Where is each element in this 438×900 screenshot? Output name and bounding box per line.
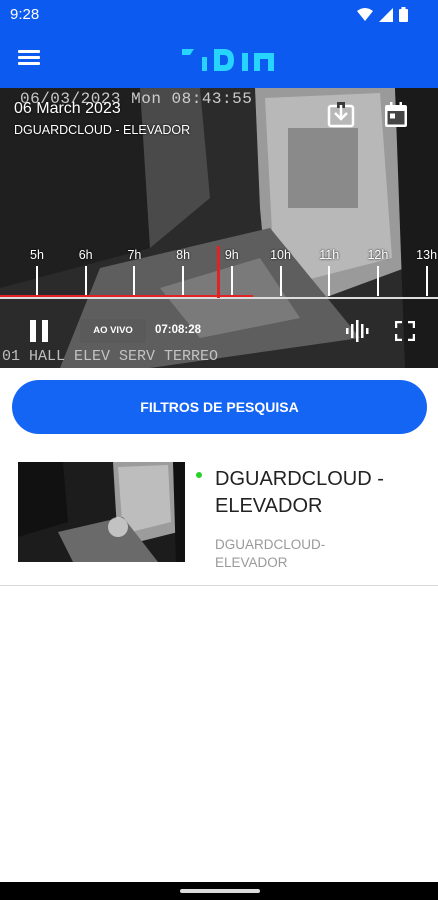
status-icons (357, 7, 408, 22)
signal-icon (379, 7, 393, 22)
timeline-tick-mark (182, 266, 185, 296)
camera-list-item[interactable]: DGUARDCLOUD - ELEVADOR DGUARDCLOUD-ELEVA… (0, 448, 438, 586)
timeline-tick-mark (133, 266, 136, 296)
calendar-icon[interactable] (384, 102, 408, 128)
timeline-tick-mark (230, 266, 233, 296)
app-bar (0, 30, 438, 88)
camera-item-title: DGUARDCLOUD - ELEVADOR (215, 468, 384, 517)
system-nav-bar (0, 882, 438, 900)
wifi-icon (357, 7, 373, 21)
audio-wave-icon[interactable] (345, 320, 369, 342)
camera-thumbnail (18, 462, 185, 562)
playback-clock: 07:08:28 (155, 324, 202, 336)
dguard-logo (182, 49, 274, 71)
hamburger-menu-icon[interactable] (18, 47, 46, 71)
status-bar: 9:28 (0, 0, 438, 30)
pause-button[interactable] (28, 320, 50, 342)
live-button[interactable]: AO VIVO (80, 319, 146, 343)
timeline-tick-label: 10h (270, 248, 291, 262)
timeline-tick-mark (425, 266, 428, 296)
osd-camera-label: 01 HALL ELEV SERV TERREO (2, 348, 219, 365)
timeline-cursor[interactable] (217, 246, 220, 298)
status-time: 9:28 (10, 6, 40, 23)
timeline-tick-label: 9h (224, 248, 239, 262)
timeline-tick-mark (84, 266, 87, 296)
timeline-tick-mark (279, 266, 282, 296)
search-filters-button[interactable]: FILTROS DE PESQUISA (12, 380, 427, 434)
timeline-tick-label: 5h (30, 248, 44, 262)
battery-icon (399, 7, 408, 22)
timeline-tick-label: 6h (78, 248, 93, 262)
online-status-dot (196, 472, 202, 478)
home-gesture-handle[interactable] (180, 889, 260, 893)
video-player[interactable]: 06/03/2023 Mon 08:43:55 06 March 2023 DG… (0, 88, 438, 368)
download-icon[interactable] (327, 102, 355, 128)
playback-date: 06 March 2023 (14, 100, 121, 117)
timeline-tick-mark (36, 266, 38, 296)
timeline-tick-mark (328, 266, 331, 296)
timeline-tick-label: 7h (127, 248, 142, 262)
timeline-tick-label: 8h (176, 248, 191, 262)
camera-item-subtitle: DGUARDCLOUD-ELEVADOR (215, 537, 326, 570)
timeline-tick-label: 12h (367, 248, 389, 262)
player-camera-name: DGUARDCLOUD - ELEVADOR (14, 123, 191, 137)
timeline-tick-label: 13h (416, 248, 438, 262)
timeline-tick-mark (376, 266, 379, 296)
timeline-tick-label: 11h (319, 248, 340, 262)
fullscreen-icon[interactable] (395, 321, 415, 341)
